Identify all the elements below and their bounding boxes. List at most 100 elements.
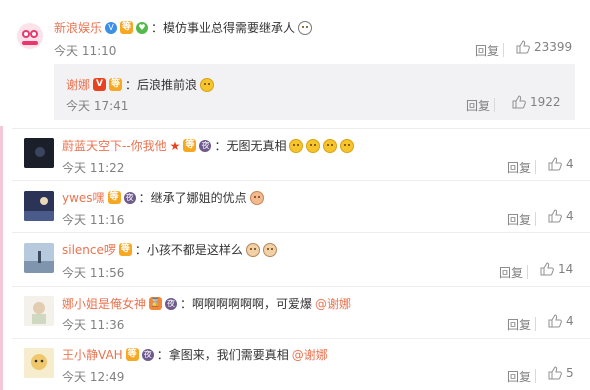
- like-count: 5: [566, 366, 574, 380]
- reply-header: 蔚蓝天空下--你我他 ★ 等 夜 ：无图无真相: [62, 137, 355, 154]
- cat-emoji-icon: [262, 242, 277, 257]
- like-count: 23399: [534, 40, 573, 54]
- level-icon: 等: [109, 78, 123, 91]
- thumb-up-icon: [540, 262, 554, 276]
- username[interactable]: 王小静VAH: [62, 346, 123, 363]
- comment-time: 今天 11:36: [62, 318, 125, 332]
- separator: [12, 180, 590, 181]
- divider: [527, 265, 528, 279]
- thumb-up-icon: [548, 314, 562, 328]
- comment-text: ：无图无真相: [214, 139, 287, 153]
- vip-icon: 夜: [123, 191, 136, 204]
- avatar[interactable]: [24, 191, 54, 221]
- divider: [535, 369, 536, 383]
- comment-text: ：继承了娜姐的优点: [138, 191, 247, 205]
- reply-button[interactable]: 回复: [507, 368, 531, 385]
- hourglass-icon: ⌛: [149, 297, 163, 310]
- comment-text: ：小孩不都是这样么: [134, 243, 243, 257]
- verified-v-icon: V: [105, 21, 118, 34]
- like-count: 1922: [530, 95, 561, 109]
- comment-time: 今天 12:49: [62, 370, 125, 384]
- divider: [535, 212, 536, 226]
- like-button[interactable]: 5: [548, 366, 574, 380]
- username[interactable]: silence啰: [62, 241, 116, 258]
- divider: [535, 160, 536, 174]
- nested-header: 谢娜 V 等 ：后浪推前浪: [66, 76, 215, 93]
- username[interactable]: 蔚蓝天空下--你我他: [62, 137, 167, 154]
- reply-header: 王小静VAH 等 夜 ：拿图来，我们需要真相 @谢娜: [62, 346, 328, 363]
- emoji-icon: [249, 190, 264, 205]
- avatar[interactable]: [24, 348, 54, 378]
- comment-time: 今天 11:22: [62, 161, 125, 175]
- separator: [12, 338, 590, 339]
- star-icon: ★: [169, 138, 181, 153]
- comment-time: 今天 11:56: [62, 266, 125, 280]
- separator: [12, 286, 590, 287]
- laugh-emoji-icon: [200, 77, 215, 92]
- mention-link[interactable]: @谢娜: [292, 346, 328, 363]
- like-button[interactable]: 23399: [516, 40, 572, 54]
- like-count: 14: [558, 262, 574, 276]
- emoji-icon: [306, 138, 321, 153]
- divider: [535, 317, 536, 331]
- thumb-up-icon: [548, 209, 562, 223]
- level-icon: 等: [125, 348, 139, 361]
- reply-header: 娜小姐是俺女神 ⌛ 夜 ：啊啊啊啊啊啊，可爱爆 @谢娜: [62, 295, 351, 312]
- comment-text: ：啊啊啊啊啊啊，可爱爆: [180, 297, 313, 311]
- thumb-up-icon: [516, 40, 530, 54]
- reply-button[interactable]: 回复: [466, 97, 490, 114]
- username[interactable]: ywes嘿: [62, 189, 105, 206]
- separator: [12, 128, 590, 129]
- reply-button[interactable]: 回复: [507, 211, 531, 228]
- reply-button[interactable]: 回复: [507, 316, 531, 333]
- vip-icon: 夜: [141, 348, 154, 361]
- thread-indicator: [0, 126, 3, 390]
- reply-header: silence啰 等 ：小孩不都是这样么: [62, 241, 277, 258]
- like-count: 4: [566, 157, 574, 171]
- username[interactable]: 谢娜: [66, 76, 90, 93]
- thumb-up-icon: [548, 157, 562, 171]
- vip-icon: 夜: [165, 297, 178, 310]
- username[interactable]: 新浪娱乐: [54, 19, 102, 36]
- reply-button[interactable]: 回复: [499, 264, 523, 281]
- comment-text: ：拿图来，我们需要真相: [156, 348, 289, 362]
- like-button[interactable]: 4: [548, 209, 574, 223]
- thumb-up-icon: [548, 366, 562, 380]
- comment-time: 今天 11:16: [62, 213, 125, 227]
- emoji-icon: [289, 138, 304, 153]
- level-icon: 等: [183, 139, 197, 152]
- comment-time: 今天 17:41: [66, 99, 129, 113]
- like-button[interactable]: 1922: [512, 95, 561, 109]
- vip-icon: ♥: [136, 21, 149, 34]
- cat-emoji-icon: [245, 242, 260, 257]
- comment-time: 今天 11:10: [54, 44, 117, 58]
- avatar[interactable]: [24, 138, 54, 168]
- comment-header: 新浪娱乐 V 等 ♥ ：模仿事业总得需要继承人: [54, 19, 313, 36]
- comment-text: ：后浪推前浪: [125, 78, 198, 92]
- reply-header: ywes嘿 等 夜 ：继承了娜姐的优点: [62, 189, 264, 206]
- reply-button[interactable]: 回复: [507, 159, 531, 176]
- comment-text: ：模仿事业总得需要继承人: [151, 21, 296, 35]
- level-icon: 等: [120, 21, 134, 34]
- mention-link[interactable]: @谢娜: [315, 295, 351, 312]
- like-count: 4: [566, 209, 574, 223]
- level-icon: 等: [107, 191, 121, 204]
- divider: [503, 43, 504, 57]
- like-count: 4: [566, 314, 574, 328]
- like-button[interactable]: 4: [548, 157, 574, 171]
- level-icon: 等: [118, 243, 132, 256]
- like-button[interactable]: 14: [540, 262, 573, 276]
- avatar[interactable]: [24, 296, 54, 326]
- divider: [494, 98, 495, 112]
- separator: [12, 232, 590, 233]
- avatar-sina[interactable]: [16, 22, 44, 50]
- nested-reply-box: 谢娜 V 等 ：后浪推前浪 今天 17:41 回复 1922: [54, 64, 575, 120]
- avatar[interactable]: [24, 243, 54, 273]
- username[interactable]: 娜小姐是俺女神: [62, 295, 146, 312]
- emoji-icon: [340, 138, 355, 153]
- like-button[interactable]: 4: [548, 314, 574, 328]
- verified-v-icon: V: [93, 78, 107, 91]
- emoji-icon: [323, 138, 338, 153]
- reply-button[interactable]: 回复: [475, 42, 499, 59]
- thumb-up-icon: [512, 95, 526, 109]
